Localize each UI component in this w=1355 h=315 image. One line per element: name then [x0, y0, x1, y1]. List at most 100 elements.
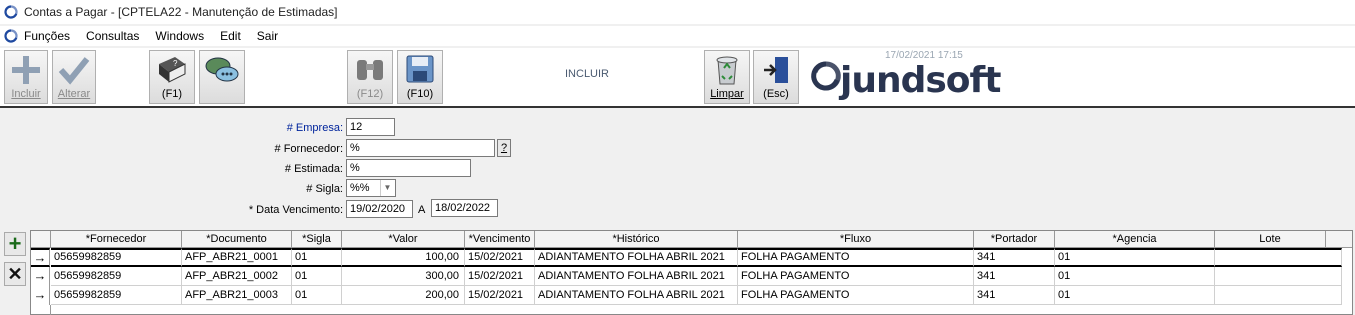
toolbar: Incluir Alterar ? (F1) (F12) (F10) INCLU…	[0, 48, 1355, 106]
exit-door-icon	[764, 57, 788, 83]
header-portador[interactable]: *Portador	[974, 231, 1055, 248]
header-valor[interactable]: *Valor	[342, 231, 465, 248]
sigla-value: %%	[350, 182, 370, 194]
cell-valor[interactable]: 200,00	[342, 286, 465, 305]
limpar-label: Limpar	[710, 88, 744, 100]
header-vencimento[interactable]: *Vencimento	[465, 231, 535, 248]
cell-agencia[interactable]: 01	[1055, 286, 1215, 305]
cell-valor[interactable]: 300,00	[342, 267, 465, 286]
plus-icon	[12, 56, 40, 84]
cell-vencimento[interactable]: 15/02/2021	[465, 267, 535, 286]
sigla-select[interactable]: %% ▼	[346, 179, 396, 197]
incluir-button[interactable]: Incluir	[4, 50, 48, 104]
row-indicator-arrow-icon: →	[31, 286, 50, 305]
app-logo-icon	[4, 5, 18, 19]
header-agencia[interactable]: *Agencia	[1055, 231, 1215, 248]
cell-documento[interactable]: AFP_ABR21_0001	[182, 248, 292, 267]
brand-mark-icon	[811, 61, 841, 91]
cell-fluxo[interactable]: FOLHA PAGAMENTO	[738, 286, 974, 305]
cell-historico[interactable]: ADIANTAMENTO FOLHA ABRIL 2021	[535, 248, 738, 267]
table-row[interactable]: → 05659982859 AFP_ABR21_0001 01 100,00 1…	[31, 248, 1352, 267]
menu-windows[interactable]: Windows	[155, 29, 204, 43]
brand-logo: jundsoft	[810, 54, 1020, 104]
cell-vencimento[interactable]: 15/02/2021	[465, 248, 535, 267]
empresa-label: # Empresa:	[286, 122, 343, 134]
search-button[interactable]: (F12)	[347, 50, 393, 104]
vencimento-to-input[interactable]: 18/02/2022	[431, 199, 498, 217]
cell-lote[interactable]	[1215, 286, 1342, 305]
save-label: (F10)	[406, 88, 434, 100]
cell-portador[interactable]: 341	[974, 286, 1055, 305]
checkmark-icon	[58, 57, 90, 85]
menu-edit[interactable]: Edit	[220, 29, 241, 43]
cell-sigla[interactable]: 01	[292, 267, 342, 286]
fornecedor-label: # Fornecedor:	[274, 143, 343, 155]
cell-historico[interactable]: ADIANTAMENTO FOLHA ABRIL 2021	[535, 286, 738, 305]
floppy-disk-icon	[406, 55, 434, 83]
binoculars-icon	[357, 60, 383, 80]
header-historico[interactable]: *Histórico	[535, 231, 738, 248]
plus-icon: +	[8, 231, 22, 256]
estimada-input[interactable]: %	[346, 159, 471, 177]
chevron-down-icon[interactable]: ▼	[380, 180, 394, 196]
window-title: Contas a Pagar - [CPTELA22 - Manutenção …	[24, 5, 338, 19]
cell-lote[interactable]	[1215, 267, 1342, 286]
row-indicator-arrow-icon: →	[31, 267, 50, 286]
cell-sigla[interactable]: 01	[292, 248, 342, 267]
fornecedor-input[interactable]: %	[346, 139, 495, 157]
save-button[interactable]: (F10)	[397, 50, 443, 104]
cell-valor[interactable]: 100,00	[342, 248, 465, 267]
header-sigla[interactable]: *Sigla	[292, 231, 342, 248]
close-icon: ✕	[7, 263, 23, 284]
vencimento-label: * Data Vencimento:	[248, 204, 343, 216]
cell-agencia[interactable]: 01	[1055, 248, 1215, 267]
vencimento-range-separator: A	[418, 204, 426, 216]
filter-form: # Empresa: 12 # Fornecedor: % ? # Estima…	[0, 108, 1355, 232]
cell-lote[interactable]	[1215, 248, 1342, 267]
vencimento-from-input[interactable]: 19/02/2020	[346, 200, 413, 218]
cell-historico[interactable]: ADIANTAMENTO FOLHA ABRIL 2021	[535, 267, 738, 286]
header-lote[interactable]: Lote	[1215, 231, 1326, 248]
alterar-button[interactable]: Alterar	[52, 50, 96, 104]
cell-agencia[interactable]: 01	[1055, 267, 1215, 286]
cell-fornecedor[interactable]: 05659982859	[51, 267, 182, 286]
cell-fluxo[interactable]: FOLHA PAGAMENTO	[738, 267, 974, 286]
chat-bubbles-icon	[205, 57, 239, 82]
estimadas-grid[interactable]: *Fornecedor *Documento *Sigla *Valor *Ve…	[30, 230, 1353, 315]
cell-documento[interactable]: AFP_ABR21_0002	[182, 267, 292, 286]
app-menu-icon[interactable]	[4, 29, 18, 43]
empresa-input[interactable]: 12	[346, 118, 395, 136]
delete-row-button[interactable]: ✕	[4, 262, 26, 286]
cell-fornecedor[interactable]: 05659982859	[51, 286, 182, 305]
exit-button[interactable]: (Esc)	[753, 50, 799, 104]
menu-consultas[interactable]: Consultas	[86, 29, 139, 43]
cell-portador[interactable]: 341	[974, 267, 1055, 286]
table-row[interactable]: → 05659982859 AFP_ABR21_0003 01 200,00 1…	[31, 286, 1352, 305]
fornecedor-lookup-button[interactable]: ?	[497, 139, 511, 157]
help-book-icon: ?	[159, 57, 186, 83]
mode-status: INCLUIR	[565, 68, 610, 80]
help-button[interactable]: ? (F1)	[149, 50, 195, 104]
empty-row-indicator	[31, 305, 51, 315]
header-documento[interactable]: *Documento	[182, 231, 292, 248]
add-row-button[interactable]: +	[4, 231, 26, 256]
cell-fluxo[interactable]: FOLHA PAGAMENTO	[738, 248, 974, 267]
sigla-label: # Sigla:	[306, 183, 343, 195]
grid-header: *Fornecedor *Documento *Sigla *Valor *Ve…	[31, 231, 1352, 248]
menu-funcoes[interactable]: Funções	[24, 29, 70, 43]
menu-sair[interactable]: Sair	[257, 29, 278, 43]
cell-portador[interactable]: 341	[974, 248, 1055, 267]
table-row[interactable]: → 05659982859 AFP_ABR21_0002 01 300,00 1…	[31, 267, 1352, 286]
cell-vencimento[interactable]: 15/02/2021	[465, 286, 535, 305]
exit-label: (Esc)	[763, 88, 789, 100]
cell-sigla[interactable]: 01	[292, 286, 342, 305]
svg-text:?: ?	[173, 59, 178, 68]
recycle-bin-icon	[716, 56, 738, 85]
cell-fornecedor[interactable]: 05659982859	[51, 248, 182, 267]
cell-documento[interactable]: AFP_ABR21_0003	[182, 286, 292, 305]
limpar-button[interactable]: Limpar	[704, 50, 750, 104]
chat-button[interactable]	[199, 50, 245, 104]
header-fluxo[interactable]: *Fluxo	[738, 231, 974, 248]
brand-text: jundsoft	[840, 60, 1001, 101]
header-fornecedor[interactable]: *Fornecedor	[51, 231, 182, 248]
